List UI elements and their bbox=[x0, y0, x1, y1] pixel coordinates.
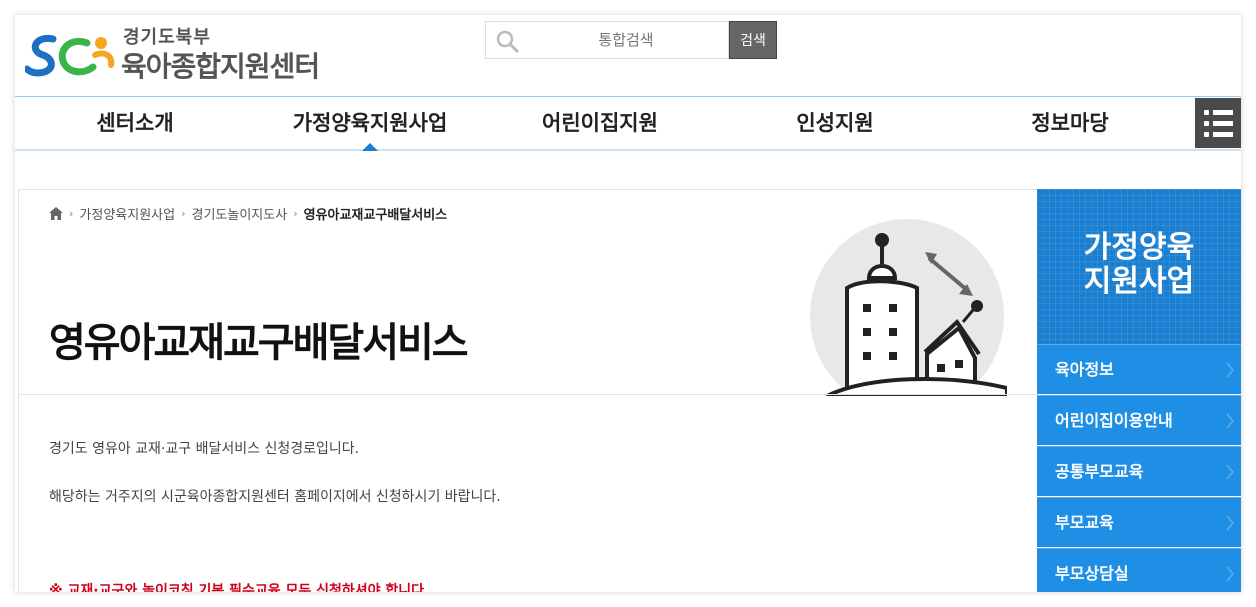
breadcrumb-item[interactable]: 가정양육지원사업 bbox=[79, 204, 175, 223]
sidebar-title-line: 지원사업 bbox=[1083, 264, 1195, 299]
menu-bar bbox=[1213, 110, 1233, 115]
sidebar-item-label: 공통부모교육 bbox=[1055, 462, 1144, 481]
menu-bar bbox=[1213, 121, 1233, 126]
breadcrumb-item[interactable]: 경기도놀이지도사 bbox=[192, 204, 288, 223]
breadcrumb-separator: › bbox=[69, 207, 74, 220]
sidebar: 가정양육 지원사업 육아정보 어린이집이용안내 공통부모교육 부모교육 부모상담… bbox=[1037, 189, 1241, 592]
instruction-paragraph: 해당하는 거주지의 시군육아종합지원센터 홈페이지에서 신청하시기 바랍니다. bbox=[49, 489, 501, 505]
nav-item-home-parenting[interactable]: 가정양육지원사업 bbox=[270, 97, 470, 151]
page-frame: 경기도북부 육아종합지원센터 검색 센터소개 가정양육지원사업 어린이집지원 인… bbox=[15, 15, 1241, 592]
sidebar-item-label: 어린이집이용안내 bbox=[1055, 411, 1173, 430]
nav-item-label: 가정양육지원사업 bbox=[292, 111, 448, 135]
chevron-right-icon bbox=[1226, 515, 1234, 531]
breadcrumb: › 가정양육지원사업 › 경기도놀이지도사 › 영유아교재교구배달서비스 bbox=[49, 204, 447, 223]
notice-text: ※ 교재·교구와 놀이코칭 기본 필수교육 모두 신청하셔야 합니다. bbox=[49, 583, 430, 592]
logo-mark-icon bbox=[25, 34, 115, 77]
sidebar-item-common-parent-edu[interactable]: 공통부모교육 bbox=[1037, 446, 1241, 496]
nav-item-character-support[interactable]: 인성지원 bbox=[735, 97, 935, 149]
intro-paragraph: 경기도 영유아 교재·교구 배달서비스 신청경로입니다. bbox=[49, 441, 360, 457]
sidebar-item-parent-edu[interactable]: 부모교육 bbox=[1037, 497, 1241, 547]
all-menu-button[interactable] bbox=[1195, 98, 1241, 148]
sidebar-item-label: 부모교육 bbox=[1055, 513, 1114, 532]
title-divider bbox=[19, 394, 1039, 395]
search-input[interactable] bbox=[526, 22, 726, 58]
search-button[interactable]: 검색 bbox=[729, 21, 777, 59]
sidebar-item-label: 부모상담실 bbox=[1055, 564, 1129, 583]
breadcrumb-current: 영유아교재교구배달서비스 bbox=[303, 208, 448, 223]
sidebar-item-parenting-info[interactable]: 육아정보 bbox=[1037, 344, 1241, 394]
sidebar-title: 가정양육 지원사업 bbox=[1037, 189, 1241, 344]
sidebar-item-daycare-guide[interactable]: 어린이집이용안내 bbox=[1037, 395, 1241, 445]
nav-item-center-intro[interactable]: 센터소개 bbox=[35, 97, 235, 149]
page-title: 영유아교재교구배달서비스 bbox=[49, 320, 469, 366]
breadcrumb-separator: › bbox=[293, 207, 298, 220]
sidebar-item-label: 육아정보 bbox=[1055, 360, 1114, 379]
search-icon bbox=[496, 30, 519, 53]
logo-title: 육아종합지원센터 bbox=[121, 50, 320, 83]
home-icon[interactable] bbox=[49, 207, 63, 220]
active-nav-indicator bbox=[362, 143, 378, 151]
menu-dot bbox=[1204, 110, 1209, 115]
site-logo[interactable]: 경기도북부 육아종합지원센터 bbox=[25, 19, 345, 85]
chevron-right-icon bbox=[1226, 566, 1234, 582]
nav-item-info[interactable]: 정보마당 bbox=[970, 97, 1170, 149]
main-nav: 센터소개 가정양육지원사업 어린이집지원 인성지원 정보마당 bbox=[15, 97, 1241, 151]
main-content: › 가정양육지원사업 › 경기도놀이지도사 › 영유아교재교구배달서비스 영유아… bbox=[18, 189, 1039, 592]
sidebar-item-parent-counseling[interactable]: 부모상담실 bbox=[1037, 548, 1241, 592]
breadcrumb-separator: › bbox=[181, 207, 186, 220]
sidebar-title-line: 가정양육 bbox=[1083, 230, 1195, 265]
chevron-right-icon bbox=[1226, 362, 1234, 378]
buildings-illustration bbox=[810, 219, 1007, 396]
chevron-right-icon bbox=[1226, 413, 1234, 429]
site-header: 경기도북부 육아종합지원센터 검색 bbox=[15, 15, 1241, 97]
menu-dot bbox=[1204, 132, 1209, 137]
search-box bbox=[485, 21, 729, 59]
nav-item-daycare-support[interactable]: 어린이집지원 bbox=[500, 97, 700, 149]
menu-bar bbox=[1213, 132, 1233, 137]
menu-dot bbox=[1204, 121, 1209, 126]
chevron-right-icon bbox=[1226, 464, 1234, 480]
